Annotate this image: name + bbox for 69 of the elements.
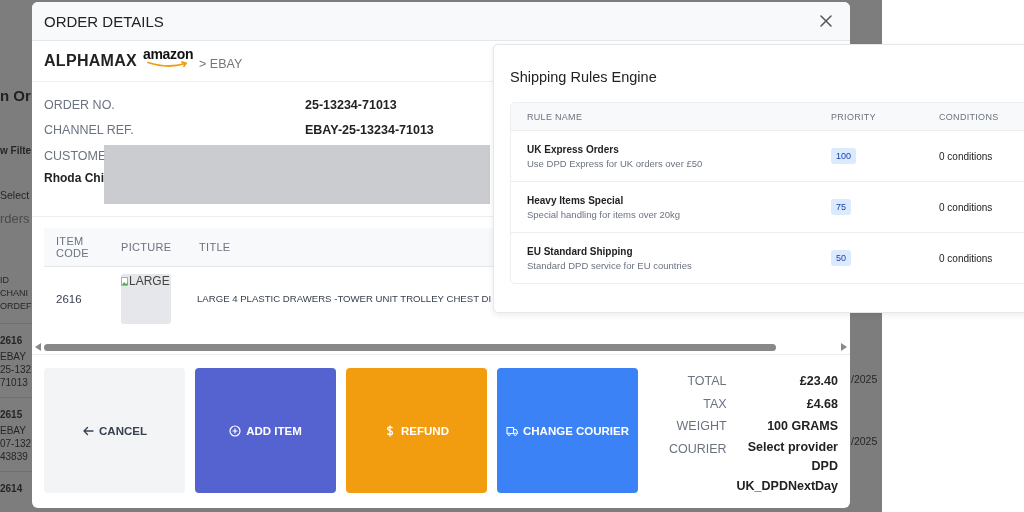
conditions-count: 0 conditions bbox=[939, 252, 994, 264]
column-header: CONDITIONS bbox=[939, 111, 1000, 122]
table-cell-text: EBAY bbox=[0, 350, 27, 363]
change-courier-button[interactable]: CHANGE COURIER bbox=[497, 368, 638, 493]
summary-value: Select provider bbox=[747, 438, 838, 456]
rule-name: Heavy Items Special bbox=[527, 194, 625, 206]
customer-address: Rhoda Chi bbox=[44, 171, 104, 186]
add-item-button[interactable]: ADD ITEM bbox=[195, 368, 336, 493]
field-value: EBAY-25-13234-71013 bbox=[305, 123, 434, 138]
channel-logo: amazon bbox=[141, 46, 196, 68]
select-label: Select bbox=[0, 189, 31, 201]
table-cell-text: 43839 bbox=[0, 450, 29, 463]
table-cell: 25-132 bbox=[0, 363, 32, 376]
column-header: ID bbox=[0, 274, 10, 287]
truck-icon bbox=[505, 424, 518, 437]
summary-label: TAX bbox=[702, 395, 727, 413]
arrow-left-icon bbox=[82, 424, 95, 437]
summary-value: 100 GRAMS bbox=[766, 418, 838, 435]
field-label: CHANNEL REF. bbox=[44, 123, 134, 138]
image-alt-text: LARGE bbox=[129, 273, 170, 288]
field-label: CUSTOME bbox=[44, 148, 107, 163]
priority-badge: 50 bbox=[831, 250, 851, 266]
horizontal-scrollbar[interactable] bbox=[32, 340, 850, 355]
channel-label: > EBAY bbox=[199, 57, 243, 71]
item-code: 2616 bbox=[56, 292, 82, 305]
page-title: n Or bbox=[0, 87, 32, 104]
table-cell-text: 71013 bbox=[0, 376, 29, 389]
column-header: RULE NAME bbox=[527, 111, 584, 122]
refund-button[interactable]: REFUND bbox=[346, 368, 487, 493]
summary-value: UK_DPDNextDay bbox=[736, 477, 838, 495]
summary-value: £4.68 bbox=[805, 395, 838, 413]
field-value: 25-13234-71013 bbox=[305, 97, 397, 112]
filter-button[interactable]: w Filte bbox=[0, 145, 32, 156]
panel-title: Shipping Rules Engine bbox=[510, 69, 658, 85]
brand-name: ALPHAMAX bbox=[44, 52, 138, 70]
column-header: ORDEF bbox=[0, 300, 32, 313]
field-label: ORDER NO. bbox=[44, 97, 115, 112]
table-cell-text: 2616 bbox=[0, 334, 24, 347]
plus-circle-icon bbox=[229, 424, 242, 437]
rule-name: UK Express Orders bbox=[527, 143, 620, 155]
modal-title: ORDER DETAILS bbox=[44, 12, 164, 30]
conditions-count: 0 conditions bbox=[939, 150, 994, 162]
date-cell: /2025 bbox=[851, 373, 878, 385]
priority-badge: 100 bbox=[831, 148, 857, 164]
column-header: ITEM CODE bbox=[44, 227, 109, 267]
cancel-button[interactable]: CANCEL bbox=[44, 368, 185, 493]
table-cell-text: 2615 bbox=[0, 408, 24, 421]
column-header: PRIORITY bbox=[831, 111, 877, 122]
scroll-left-icon bbox=[35, 343, 41, 352]
item-title: LARGE 4 PLASTIC DRAWERS -TOWER UNIT TROLLEY CHEST DI bbox=[197, 293, 492, 305]
table-cell-text: EBAY bbox=[0, 424, 27, 437]
rule-description: Special handling for items over 20kg bbox=[527, 208, 682, 220]
summary-label: WEIGHT bbox=[675, 418, 727, 435]
summary-label: TOTAL bbox=[686, 373, 727, 390]
scroll-right-icon bbox=[841, 343, 847, 352]
conditions-count: 0 conditions bbox=[939, 201, 994, 213]
column-header: CHANI bbox=[0, 287, 29, 300]
summary-label: COURIER bbox=[667, 440, 727, 458]
broken-image-icon bbox=[121, 276, 128, 286]
table-cell: 07-132 bbox=[0, 437, 32, 450]
summary-value: £23.40 bbox=[798, 373, 838, 390]
date-cell: /2025 bbox=[851, 435, 878, 447]
summary-value: DPD bbox=[811, 458, 838, 475]
rule-name: EU Standard Shipping bbox=[527, 245, 634, 257]
priority-badge: 75 bbox=[831, 199, 851, 215]
table-cell-text: 2614 bbox=[0, 482, 24, 495]
close-icon[interactable] bbox=[820, 15, 832, 27]
column-header: PICTURE bbox=[109, 227, 185, 267]
rule-description: Use DPD Express for UK orders over £50 bbox=[527, 157, 704, 169]
